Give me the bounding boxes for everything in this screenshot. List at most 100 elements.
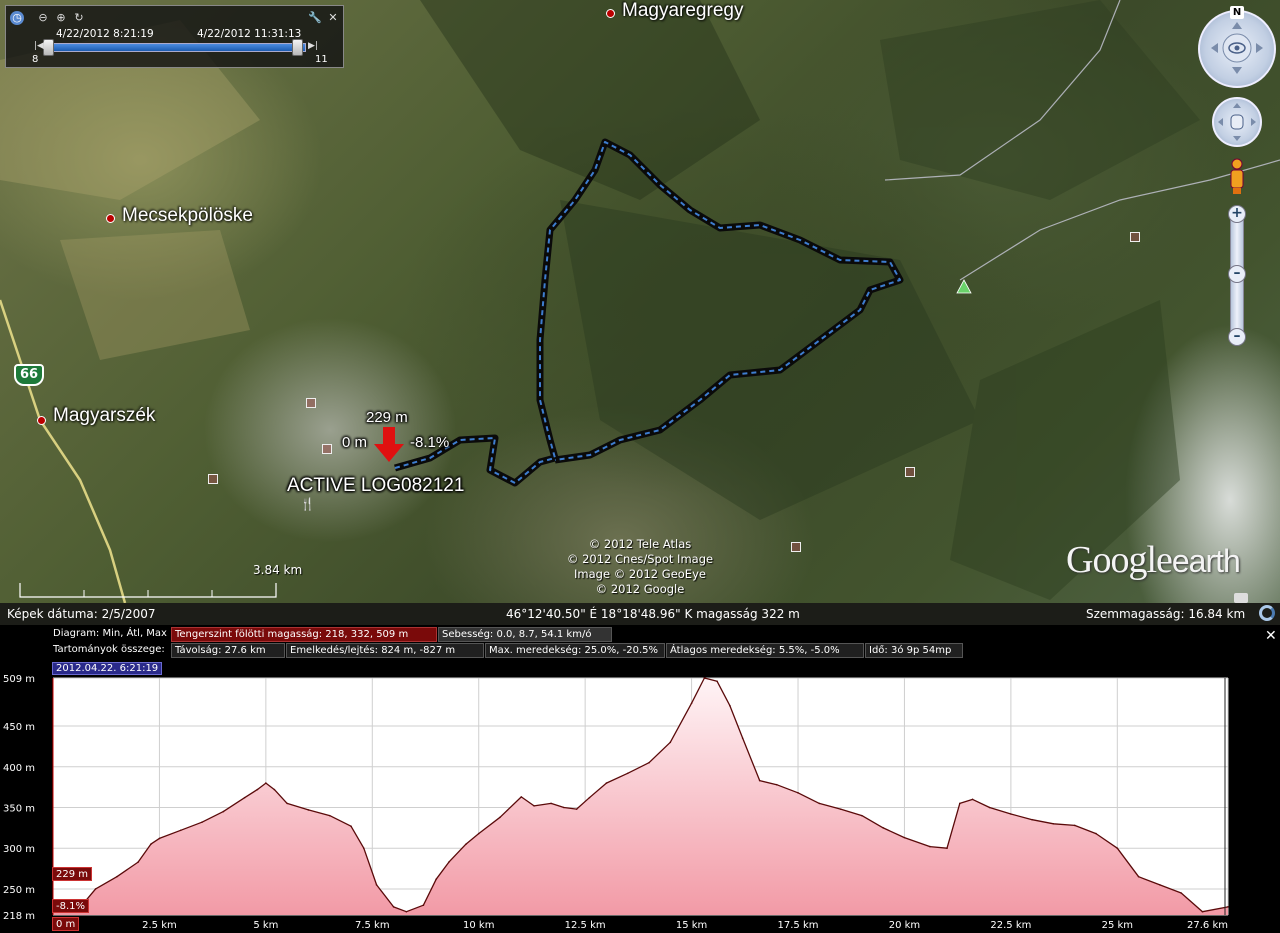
avg-slope-stat: Átlagos meredekség: 5.5%, -5.0% xyxy=(666,643,864,658)
park-icon xyxy=(956,279,972,294)
elevation-point xyxy=(405,910,408,913)
copyright-line: © 2012 Google xyxy=(595,582,685,596)
elevation-point xyxy=(550,802,552,805)
x-tick-label: 7.5 km xyxy=(355,920,390,931)
elevation-point xyxy=(729,704,731,707)
elevation-point xyxy=(669,741,672,744)
map-overlay: 🍴 xyxy=(0,0,1280,603)
wrench-icon[interactable]: 🔧 xyxy=(308,11,322,25)
elevation-point xyxy=(392,906,395,908)
zoom-slider-handle[interactable]: – xyxy=(1228,265,1246,283)
zoom-in-button[interactable]: + xyxy=(1228,205,1246,223)
place-label-mecsekpoloske[interactable]: Mecsekpölöske xyxy=(122,205,253,227)
elevation-point xyxy=(158,837,161,840)
elevation-point xyxy=(648,761,650,764)
time-range-track[interactable] xyxy=(46,43,306,52)
elevation-point xyxy=(201,821,203,823)
poi-marker[interactable] xyxy=(322,444,332,454)
elevation-point xyxy=(448,861,450,863)
elevation-point xyxy=(1116,847,1119,850)
poi-marker[interactable] xyxy=(208,474,218,484)
elevation-point xyxy=(839,808,842,810)
scale-bar xyxy=(19,583,277,598)
elevation-point xyxy=(150,843,152,845)
poi-marker[interactable] xyxy=(791,542,801,552)
logo-earth-text: earth xyxy=(1171,543,1241,579)
poi-marker[interactable] xyxy=(306,398,316,408)
elevation-point xyxy=(605,782,608,784)
elevation-point xyxy=(626,772,629,775)
elevation-point xyxy=(741,737,744,740)
poi-marker[interactable] xyxy=(1130,232,1140,242)
chart-y-axis: 509 m 450 m 400 m 350 m 300 m 250 m 218 m xyxy=(3,675,35,922)
playback-icon[interactable]: ↻ xyxy=(72,11,86,25)
track-slope-label: -8.1% xyxy=(410,434,450,451)
elevation-point xyxy=(1201,910,1204,913)
y-tick-label: 400 m xyxy=(3,763,35,774)
place-label-magyaregregy[interactable]: Magyaregregy xyxy=(622,0,743,22)
step-back-icon[interactable]: |◀ xyxy=(32,39,46,53)
place-dot-mecsekpoloske xyxy=(106,214,115,223)
speed-stat-button[interactable]: Sebesség: 0.0, 8.7, 54.1 km/ó xyxy=(438,627,612,642)
compass-north-label: N xyxy=(1230,6,1244,19)
elevation-point xyxy=(775,783,778,786)
elevation-point xyxy=(273,788,276,791)
distance-stat: Távolság: 27.6 km xyxy=(171,643,285,658)
elevation-point xyxy=(477,832,480,835)
cursor-date-badge: 2012.04.22. 6:21:19 xyxy=(52,662,163,675)
time-end-handle[interactable] xyxy=(292,39,303,56)
scale-label: 3.84 km xyxy=(253,563,303,577)
elevation-point xyxy=(797,792,799,794)
eye-altitude-text: Szemmagasság: 16.84 km xyxy=(1086,607,1246,621)
elevation-point xyxy=(137,861,139,863)
poi-marker[interactable] xyxy=(905,467,915,477)
step-forward-icon[interactable]: ▶| xyxy=(306,39,320,53)
elevation-point xyxy=(222,810,225,813)
zoom-out-button[interactable]: – xyxy=(1228,328,1246,346)
zoom-in-icon[interactable]: ⊕ xyxy=(54,11,68,25)
elevation-point xyxy=(818,802,821,805)
elevation-stat-button[interactable]: Tengerszint fölötti magasság: 218, 332, … xyxy=(171,627,437,642)
elevation-point xyxy=(499,816,501,819)
y-tick-label: 509 m xyxy=(3,675,35,685)
elevation-point xyxy=(307,809,310,811)
elevation-point xyxy=(1137,875,1140,878)
restaurant-icon: 🍴 xyxy=(300,497,315,511)
elevation-chart[interactable]: 509 m 450 m 400 m 350 m 300 m 250 m 218 m 2.5 … xyxy=(0,675,1280,933)
street-view-icon[interactable] xyxy=(1226,158,1248,196)
elevation-point xyxy=(1180,892,1182,894)
track-name-label[interactable]: ACTIVE LOG082121 xyxy=(287,475,464,497)
end-time-label: 4/22/2012 11:31:13 xyxy=(197,28,302,40)
elevation-point xyxy=(328,814,331,817)
x-tick-label: 17.5 km xyxy=(778,920,819,931)
elevation-point xyxy=(588,796,591,799)
close-profile-icon[interactable]: ✕ xyxy=(1265,628,1277,644)
image-date-text: Képek dátuma: 2/5/2007 xyxy=(7,607,156,621)
elevation-point xyxy=(520,796,523,798)
cursor-slope-badge: -8.1% xyxy=(52,899,90,913)
close-icon[interactable]: ✕ xyxy=(326,11,340,25)
satellite-map[interactable]: 🍴 Magyaregregy Mecsekpölöske Magyarszék … xyxy=(0,0,1280,603)
road-66-badge: 66 xyxy=(14,364,44,386)
elevation-point xyxy=(946,847,948,850)
zoom-out-icon[interactable]: ⊖ xyxy=(36,11,50,25)
elevation-point xyxy=(703,677,706,679)
copyright-line: Image © 2012 GeoEye xyxy=(574,567,706,581)
position-arrow[interactable] xyxy=(374,427,404,462)
slider-right-number: 11 xyxy=(315,54,328,65)
y-tick-label: 218 m xyxy=(3,911,35,922)
elevation-point xyxy=(1159,884,1161,886)
camera-icon[interactable] xyxy=(1234,593,1248,603)
elevation-point xyxy=(465,843,467,845)
streaming-icon xyxy=(1259,605,1275,621)
x-tick-label: 10 km xyxy=(463,920,494,931)
elevation-point xyxy=(256,788,259,791)
place-label-magyarszek[interactable]: Magyarszék xyxy=(53,405,155,427)
elevation-point xyxy=(988,806,991,809)
clock-icon[interactable]: ◷ xyxy=(10,11,24,25)
elevation-point xyxy=(690,702,693,705)
copyright-line: © 2012 Cnes/Spot Image xyxy=(566,552,714,566)
elevation-point xyxy=(971,798,974,801)
elevation-point xyxy=(716,680,718,683)
elevation-point xyxy=(758,779,761,782)
